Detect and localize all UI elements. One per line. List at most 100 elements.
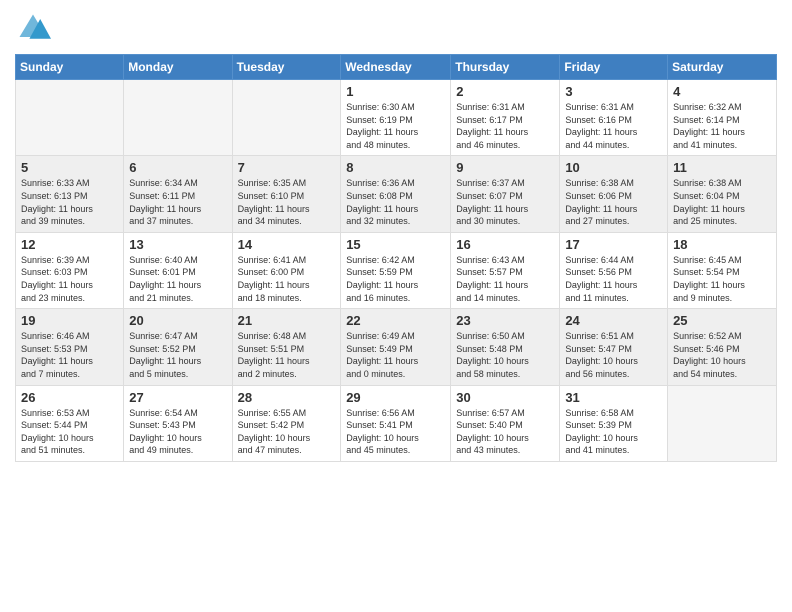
day-info: Sunrise: 6:50 AM Sunset: 5:48 PM Dayligh… (456, 330, 554, 380)
calendar-day-cell: 11 Sunrise: 6:38 AM Sunset: 6:04 PM Dayli… (668, 156, 777, 232)
day-info: Sunrise: 6:55 AM Sunset: 5:42 PM Dayligh… (238, 407, 336, 457)
day-number: 31 (565, 390, 662, 405)
day-number: 26 (21, 390, 118, 405)
day-info: Sunrise: 6:52 AM Sunset: 5:46 PM Dayligh… (673, 330, 771, 380)
calendar-table: SundayMondayTuesdayWednesdayThursdayFrid… (15, 54, 777, 462)
calendar-day-cell: 21Sunrise: 6:48 AM Sunset: 5:51 PM Dayli… (232, 309, 341, 385)
day-info: Sunrise: 6:41 AM Sunset: 6:00 PM Dayligh… (238, 254, 336, 304)
calendar-day-cell (16, 80, 124, 156)
day-number: 22 (346, 313, 445, 328)
calendar-day-cell: 8 Sunrise: 6:36 AM Sunset: 6:08 PM Daylig… (341, 156, 451, 232)
day-info: Sunrise: 6:30 AM Sunset: 6:19 PM Dayligh… (346, 101, 445, 151)
day-number: 24 (565, 313, 662, 328)
calendar-day-cell: 18 Sunrise: 6:45 AM Sunset: 5:54 PM Dayli… (668, 232, 777, 308)
day-number: 13 (129, 237, 226, 252)
calendar-week-row: 1Sunrise: 6:30 AM Sunset: 6:19 PM Daylig… (16, 80, 777, 156)
day-number: 10 (565, 160, 662, 175)
day-info: Sunrise: 6:32 AM Sunset: 6:14 PM Dayligh… (673, 101, 771, 151)
day-number: 19 (21, 313, 118, 328)
day-info: Sunrise: 6:36 AM Sunset: 6:08 PM Dayligh… (346, 177, 445, 227)
calendar-day-cell (124, 80, 232, 156)
day-number: 11 (673, 160, 771, 175)
calendar-day-cell: 27 Sunrise: 6:54 AM Sunset: 5:43 PM Dayli… (124, 385, 232, 461)
calendar-day-cell: 3 Sunrise: 6:31 AM Sunset: 6:16 PM Daylig… (560, 80, 668, 156)
day-info: Sunrise: 6:40 AM Sunset: 6:01 PM Dayligh… (129, 254, 226, 304)
day-number: 30 (456, 390, 554, 405)
calendar-day-cell: 9 Sunrise: 6:37 AM Sunset: 6:07 PM Daylig… (451, 156, 560, 232)
day-number: 25 (673, 313, 771, 328)
calendar-day-cell: 5 Sunrise: 6:33 AM Sunset: 6:13 PM Daylig… (16, 156, 124, 232)
day-info: Sunrise: 6:38 AM Sunset: 6:04 PM Dayligh… (673, 177, 771, 227)
calendar-day-cell: 31 Sunrise: 6:58 AM Sunset: 5:39 PM Dayli… (560, 385, 668, 461)
calendar-day-cell: 23 Sunrise: 6:50 AM Sunset: 5:48 PM Dayli… (451, 309, 560, 385)
day-number: 5 (21, 160, 118, 175)
calendar-day-cell: 16 Sunrise: 6:43 AM Sunset: 5:57 PM Dayli… (451, 232, 560, 308)
calendar-day-cell: 17 Sunrise: 6:44 AM Sunset: 5:56 PM Dayli… (560, 232, 668, 308)
day-header-tuesday: Tuesday (232, 55, 341, 80)
day-number: 4 (673, 84, 771, 99)
calendar-day-cell: 10 Sunrise: 6:38 AM Sunset: 6:06 PM Dayli… (560, 156, 668, 232)
day-info: Sunrise: 6:31 AM Sunset: 6:17 PM Dayligh… (456, 101, 554, 151)
calendar-day-cell: 24 Sunrise: 6:51 AM Sunset: 5:47 PM Dayli… (560, 309, 668, 385)
day-number: 12 (21, 237, 118, 252)
day-header-thursday: Thursday (451, 55, 560, 80)
day-info: Sunrise: 6:38 AM Sunset: 6:06 PM Dayligh… (565, 177, 662, 227)
day-info: Sunrise: 6:45 AM Sunset: 5:54 PM Dayligh… (673, 254, 771, 304)
day-header-friday: Friday (560, 55, 668, 80)
day-number: 14 (238, 237, 336, 252)
day-number: 18 (673, 237, 771, 252)
day-info: Sunrise: 6:54 AM Sunset: 5:43 PM Dayligh… (129, 407, 226, 457)
calendar-day-cell: 25 Sunrise: 6:52 AM Sunset: 5:46 PM Dayli… (668, 309, 777, 385)
calendar-day-cell: 6 Sunrise: 6:34 AM Sunset: 6:11 PM Daylig… (124, 156, 232, 232)
day-number: 2 (456, 84, 554, 99)
calendar-day-cell: 15 Sunrise: 6:42 AM Sunset: 5:59 PM Dayli… (341, 232, 451, 308)
day-info: Sunrise: 6:56 AM Sunset: 5:41 PM Dayligh… (346, 407, 445, 457)
calendar-day-cell: 14 Sunrise: 6:41 AM Sunset: 6:00 PM Dayli… (232, 232, 341, 308)
day-info: Sunrise: 6:37 AM Sunset: 6:07 PM Dayligh… (456, 177, 554, 227)
day-info: Sunrise: 6:44 AM Sunset: 5:56 PM Dayligh… (565, 254, 662, 304)
calendar-day-cell: 30Sunrise: 6:57 AM Sunset: 5:40 PM Dayli… (451, 385, 560, 461)
calendar-day-cell: 28 Sunrise: 6:55 AM Sunset: 5:42 PM Dayli… (232, 385, 341, 461)
day-number: 27 (129, 390, 226, 405)
calendar-week-row: 5 Sunrise: 6:33 AM Sunset: 6:13 PM Daylig… (16, 156, 777, 232)
day-info: Sunrise: 6:43 AM Sunset: 5:57 PM Dayligh… (456, 254, 554, 304)
day-number: 8 (346, 160, 445, 175)
day-info: Sunrise: 6:58 AM Sunset: 5:39 PM Dayligh… (565, 407, 662, 457)
page-container: SundayMondayTuesdayWednesdayThursdayFrid… (0, 0, 792, 472)
day-info: Sunrise: 6:34 AM Sunset: 6:11 PM Dayligh… (129, 177, 226, 227)
day-number: 3 (565, 84, 662, 99)
day-number: 28 (238, 390, 336, 405)
calendar-header-row: SundayMondayTuesdayWednesdayThursdayFrid… (16, 55, 777, 80)
day-number: 9 (456, 160, 554, 175)
calendar-day-cell: 29 Sunrise: 6:56 AM Sunset: 5:41 PM Dayli… (341, 385, 451, 461)
day-info: Sunrise: 6:31 AM Sunset: 6:16 PM Dayligh… (565, 101, 662, 151)
calendar-day-cell: 12 Sunrise: 6:39 AM Sunset: 6:03 PM Dayli… (16, 232, 124, 308)
calendar-week-row: 12 Sunrise: 6:39 AM Sunset: 6:03 PM Dayli… (16, 232, 777, 308)
day-info: Sunrise: 6:49 AM Sunset: 5:49 PM Dayligh… (346, 330, 445, 380)
day-number: 20 (129, 313, 226, 328)
day-number: 29 (346, 390, 445, 405)
header (15, 10, 777, 46)
day-info: Sunrise: 6:53 AM Sunset: 5:44 PM Dayligh… (21, 407, 118, 457)
day-number: 16 (456, 237, 554, 252)
day-info: Sunrise: 6:51 AM Sunset: 5:47 PM Dayligh… (565, 330, 662, 380)
day-header-saturday: Saturday (668, 55, 777, 80)
day-info: Sunrise: 6:33 AM Sunset: 6:13 PM Dayligh… (21, 177, 118, 227)
logo-icon (15, 10, 51, 46)
calendar-day-cell (668, 385, 777, 461)
day-number: 6 (129, 160, 226, 175)
logo (15, 10, 55, 46)
day-header-sunday: Sunday (16, 55, 124, 80)
day-info: Sunrise: 6:47 AM Sunset: 5:52 PM Dayligh… (129, 330, 226, 380)
calendar-day-cell: 7Sunrise: 6:35 AM Sunset: 6:10 PM Daylig… (232, 156, 341, 232)
calendar-day-cell: 4 Sunrise: 6:32 AM Sunset: 6:14 PM Daylig… (668, 80, 777, 156)
day-number: 15 (346, 237, 445, 252)
day-header-wednesday: Wednesday (341, 55, 451, 80)
day-info: Sunrise: 6:39 AM Sunset: 6:03 PM Dayligh… (21, 254, 118, 304)
day-info: Sunrise: 6:42 AM Sunset: 5:59 PM Dayligh… (346, 254, 445, 304)
day-number: 17 (565, 237, 662, 252)
calendar-day-cell: 13 Sunrise: 6:40 AM Sunset: 6:01 PM Dayli… (124, 232, 232, 308)
day-number: 23 (456, 313, 554, 328)
day-info: Sunrise: 6:35 AM Sunset: 6:10 PM Dayligh… (238, 177, 336, 227)
calendar-day-cell: 2 Sunrise: 6:31 AM Sunset: 6:17 PM Daylig… (451, 80, 560, 156)
